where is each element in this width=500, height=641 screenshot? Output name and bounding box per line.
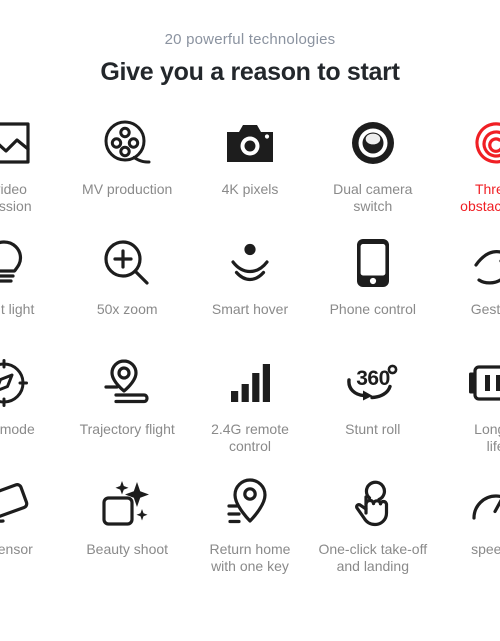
trajectory-route-icon [100, 352, 154, 414]
360-stunt-roll-icon: 360 [343, 352, 403, 414]
battery-icon [467, 352, 500, 414]
feature-cell-4k-pixels[interactable]: 4K pixels [189, 112, 312, 232]
return-home-pin-icon [225, 472, 275, 534]
feature-grid-page: 20 powerful technologies Give you a reas… [0, 0, 500, 641]
feature-label: Return home with one key [209, 541, 291, 574]
speedometer-icon [470, 472, 500, 534]
feature-cell-night-light[interactable]: night light [0, 232, 66, 352]
feature-cell-gravity-sensor[interactable]: ty sensor [0, 472, 66, 592]
feature-label: Long b life [474, 421, 500, 454]
feature-label: speed c [471, 541, 500, 557]
hover-waves-icon [224, 232, 276, 294]
gesture-hand-icon [471, 232, 500, 294]
feature-label: 4K pixels [221, 181, 279, 197]
feature-cell-long-battery-life[interactable]: Long b life [434, 352, 500, 472]
beauty-sparkle-icon [101, 472, 153, 534]
feature-cell-one-click-takeoff[interactable]: One-click take-off and landing [311, 472, 434, 592]
page-eyebrow: 20 powerful technologies [164, 31, 336, 48]
phone-icon [355, 232, 391, 294]
feature-cell-beauty-shoot[interactable]: Beauty shoot [66, 472, 189, 592]
gravity-sensor-icon [0, 472, 31, 534]
feature-label: Phone control [329, 301, 416, 317]
feature-label: Beauty shoot [86, 541, 169, 557]
dual-camera-lens-icon [349, 112, 397, 174]
svg-text:360: 360 [356, 367, 390, 390]
feature-cell-video-transmission[interactable]: 0 video smission [0, 112, 66, 232]
one-click-tap-icon [348, 472, 398, 534]
obstacle-avoidance-icon [471, 112, 500, 174]
feature-label: ess mode [0, 421, 35, 437]
feature-cell-speed-control[interactable]: speed c [434, 472, 500, 592]
film-reel-icon [101, 112, 153, 174]
feature-cell-obstacle-avoidance[interactable]: Three- obstacle av [434, 112, 500, 232]
feature-cell-mv-production[interactable]: MV production [66, 112, 189, 232]
feature-label: 0 video smission [0, 181, 32, 214]
feature-label: MV production [82, 181, 173, 197]
page-title: Give you a reason to start [100, 57, 400, 86]
feature-cell-return-home[interactable]: Return home with one key [189, 472, 312, 592]
feature-label: night light [0, 301, 35, 317]
feature-label: Three- obstacle av [460, 181, 500, 214]
feature-cell-dual-camera-switch[interactable]: Dual camera switch [311, 112, 434, 232]
feature-cell-stunt-roll[interactable]: 360 Stunt roll [311, 352, 434, 472]
image-video-transmission-icon [0, 112, 32, 174]
feature-cell-trajectory-flight[interactable]: Trajectory flight [66, 352, 189, 472]
light-bulb-icon [0, 232, 26, 294]
feature-label: 50x zoom [96, 301, 158, 317]
feature-grid: 0 video smission MV production [0, 112, 500, 592]
page-header: 20 powerful technologies Give you a reas… [0, 0, 500, 87]
signal-bars-icon [228, 352, 272, 414]
magnifier-plus-icon [102, 232, 152, 294]
feature-cell-50x-zoom[interactable]: 50x zoom [66, 232, 189, 352]
feature-cell-24g-remote-control[interactable]: 2.4G remote control [189, 352, 312, 472]
feature-label: One-click take-off and landing [318, 541, 428, 574]
feature-label: 2.4G remote control [211, 421, 289, 454]
feature-cell-smart-hover[interactable]: Smart hover [189, 232, 312, 352]
feature-label: Dual camera switch [333, 181, 413, 214]
feature-label: Gesture [470, 301, 500, 317]
feature-label: Smart hover [211, 301, 289, 317]
feature-label: Trajectory flight [79, 421, 175, 437]
feature-cell-phone-control[interactable]: Phone control [311, 232, 434, 352]
feature-cell-gesture[interactable]: Gesture [434, 232, 500, 352]
feature-label: Stunt roll [345, 421, 401, 437]
camera-icon [224, 112, 276, 174]
feature-cell-headless-mode[interactable]: ess mode [0, 352, 66, 472]
feature-label: ty sensor [0, 541, 33, 557]
compass-icon [0, 352, 29, 414]
